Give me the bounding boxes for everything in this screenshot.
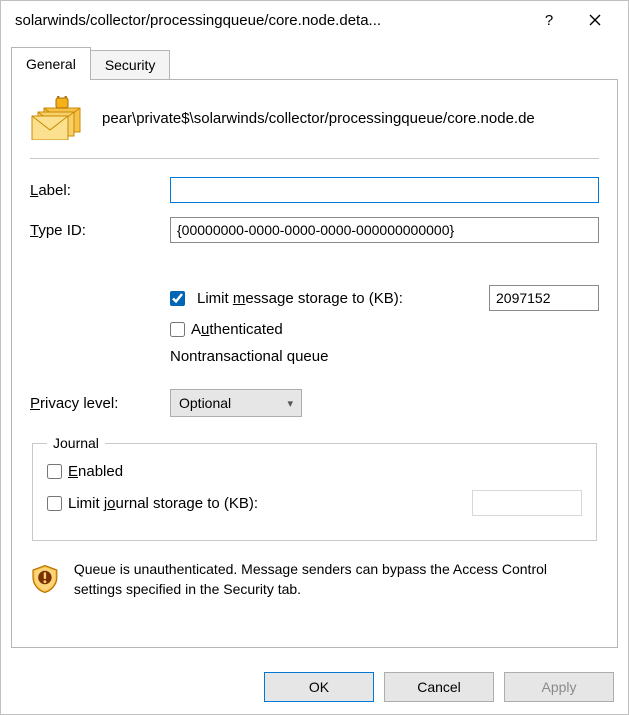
journal-limit-label: Limit journal storage to (KB): <box>68 495 258 512</box>
title-bar: solarwinds/collector/processingqueue/cor… <box>1 1 628 39</box>
storage-block: Limit message storage to (KB): Authentic… <box>170 285 599 365</box>
close-icon <box>589 14 601 26</box>
properties-dialog: solarwinds/collector/processingqueue/cor… <box>0 0 629 715</box>
warning-row: Queue is unauthenticated. Message sender… <box>30 559 599 600</box>
client-area: General Security pear\p <box>1 39 628 658</box>
journal-enabled-label: Enabled <box>68 463 123 480</box>
privacy-row: Privacy level: Optional ▾ <box>30 389 599 417</box>
tabpage-general: pear\private$\solarwinds/collector/proce… <box>11 79 618 648</box>
typeid-label: Type ID: <box>30 222 170 239</box>
chevron-down-icon: ▾ <box>287 397 293 410</box>
close-button[interactable] <box>572 5 618 35</box>
privacy-value: Optional <box>179 395 231 411</box>
tab-general[interactable]: General <box>11 47 91 80</box>
authenticated-row: Authenticated <box>170 321 599 338</box>
limit-storage-checkbox[interactable] <box>170 291 185 306</box>
label-input[interactable] <box>170 177 599 203</box>
cancel-button[interactable]: Cancel <box>384 672 494 702</box>
typeid-input[interactable] <box>170 217 599 243</box>
ok-button[interactable]: OK <box>264 672 374 702</box>
tab-strip: General Security <box>11 47 618 79</box>
form-grid: Label: Type ID: <box>30 177 599 243</box>
queue-path-row: pear\private$\solarwinds/collector/proce… <box>30 96 599 140</box>
limit-storage-input[interactable] <box>489 285 599 311</box>
queue-path: pear\private$\solarwinds/collector/proce… <box>102 110 535 127</box>
apply-button[interactable]: Apply <box>504 672 614 702</box>
journal-limit-row: Limit journal storage to (KB): <box>47 490 582 516</box>
limit-storage-row: Limit message storage to (KB): <box>170 285 599 311</box>
window-title: solarwinds/collector/processingqueue/cor… <box>15 12 526 29</box>
tab-security[interactable]: Security <box>90 50 171 79</box>
warning-shield-icon <box>30 559 60 599</box>
queue-icon <box>30 96 84 140</box>
authenticated-label: Authenticated <box>191 321 283 338</box>
limit-storage-label: Limit message storage to (KB): <box>197 290 403 307</box>
privacy-combo[interactable]: Optional ▾ <box>170 389 302 417</box>
divider <box>30 158 599 159</box>
privacy-label: Privacy level: <box>30 395 170 412</box>
label-label: Label: <box>30 182 170 199</box>
journal-limit-input[interactable] <box>472 490 582 516</box>
journal-enabled-row: Enabled <box>47 463 582 480</box>
nontransactional-label: Nontransactional queue <box>170 348 599 365</box>
warning-text: Queue is unauthenticated. Message sender… <box>74 559 599 600</box>
journal-legend: Journal <box>47 435 105 451</box>
authenticated-checkbox[interactable] <box>170 322 185 337</box>
dialog-buttons: OK Cancel Apply <box>1 658 628 714</box>
journal-enabled-checkbox[interactable] <box>47 464 62 479</box>
journal-limit-checkbox[interactable] <box>47 496 62 511</box>
journal-group: Journal Enabled Limit journal storage to… <box>32 435 597 541</box>
help-button[interactable]: ? <box>526 5 572 35</box>
